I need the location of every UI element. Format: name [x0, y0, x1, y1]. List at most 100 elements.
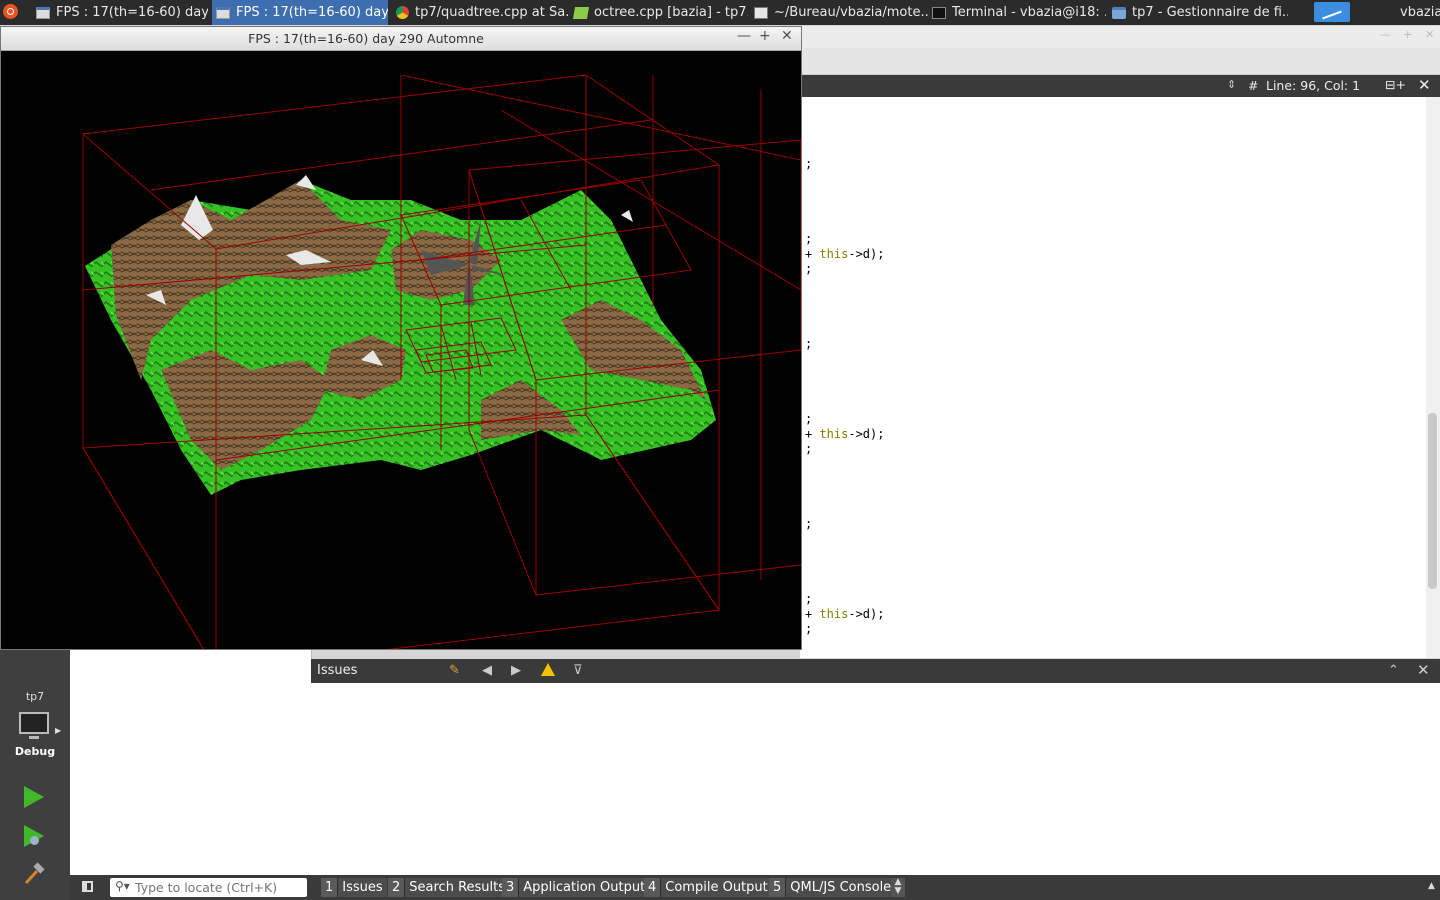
task-chrome-quadtree[interactable]: tp7/quadtree.cpp at Sa...	[392, 0, 568, 25]
warning-filter-icon[interactable]	[541, 663, 555, 676]
code-line: ;	[805, 622, 813, 636]
code-line: ;	[805, 157, 813, 171]
fps-window-title: FPS : 17(th=16-60) day 290 Automne	[248, 31, 484, 46]
qtcreator-titlebar: — + ✕	[800, 26, 1440, 48]
editor-scrollbar[interactable]	[1426, 97, 1440, 658]
maximize-pane-icon[interactable]: ⌃	[1388, 663, 1399, 678]
expand-up-icon[interactable]: ▲	[1428, 881, 1435, 891]
chrome-icon	[396, 6, 409, 19]
code-line: ;	[805, 262, 813, 276]
locator-input[interactable]	[135, 878, 303, 897]
code-line: ;	[805, 517, 813, 531]
output-tab-number: 1	[321, 878, 338, 897]
clean-icon[interactable]: ✎	[449, 663, 460, 678]
folder-icon	[1112, 6, 1126, 19]
output-tab-label: Search Results	[404, 878, 510, 897]
editor-tab-strip	[800, 48, 1440, 75]
task-label: FPS : 17(th=16-60) day ...	[56, 5, 208, 20]
locator[interactable]: ⚲▾	[110, 878, 307, 897]
output-tab-compile-output[interactable]: 4 Compile Output	[644, 878, 772, 897]
snow-peak	[621, 210, 633, 222]
mode-bar: tp7 ▶ Debug	[0, 650, 70, 900]
network-monitor-icon[interactable]	[1314, 2, 1350, 22]
output-tab-issues[interactable]: 1 Issues	[321, 878, 387, 897]
issues-list[interactable]	[311, 683, 1440, 875]
output-tab-label: Application Output	[518, 878, 650, 897]
scrollbar-thumb[interactable]	[1428, 413, 1437, 589]
task-label: Terminal - vbazia@i18: ...	[952, 5, 1106, 20]
code-line: + this->d);	[805, 247, 885, 261]
ubuntu-logo-icon[interactable]	[3, 4, 18, 19]
status-bar: ⚲▾ 1 Issues 2 Search Results 3 Applicati…	[70, 875, 1440, 900]
terminal-icon	[932, 6, 946, 19]
minimize-icon[interactable]: —	[737, 28, 751, 44]
close-icon[interactable]: ✕	[781, 28, 793, 44]
text-editor-icon	[754, 6, 768, 19]
cursor-position[interactable]: Line: 96, Col: 1	[1266, 78, 1360, 93]
debug-run-icon[interactable]	[24, 825, 44, 847]
code-line: + this->d);	[805, 607, 885, 621]
minimize-icon[interactable]: —	[1380, 28, 1391, 41]
output-tab-number: 4	[644, 878, 661, 897]
split-editor-icon[interactable]: ⊟+	[1385, 77, 1406, 92]
output-tab-label: Compile Output	[660, 878, 772, 897]
hammer-build-icon[interactable]	[22, 862, 46, 886]
fps-opengl-window[interactable]: FPS : 17(th=16-60) day 290 Automne — + ✕	[0, 26, 802, 650]
close-editor-icon[interactable]: ✕	[1418, 76, 1431, 94]
code-line: ;	[805, 337, 813, 351]
previous-item-icon[interactable]: ◀	[482, 663, 492, 678]
output-tab-number: 2	[388, 878, 405, 897]
task-label: FPS : 17(th=16-60) day ...	[236, 5, 388, 20]
output-pane-menu-icon[interactable]: ▲ ▼	[891, 878, 905, 897]
kit-selector-arrow-icon[interactable]: ▶	[55, 726, 61, 735]
code-line: ;	[805, 592, 813, 606]
task-label: octree.cpp [bazia] - tp7...	[594, 5, 748, 20]
kit-project-name[interactable]: tp7	[0, 690, 70, 703]
qtcreator-icon	[572, 6, 590, 19]
task-terminal[interactable]: Terminal - vbazia@i18: ...	[928, 0, 1106, 25]
task-label: ~/Bureau/vbazia/mote...	[774, 5, 928, 20]
taskbar: FPS : 17(th=16-60) day ... FPS : 17(th=1…	[0, 0, 1440, 25]
task-fps-window-1[interactable]: FPS : 17(th=16-60) day ...	[32, 0, 208, 25]
terrain-3d-viewport[interactable]	[1, 50, 801, 649]
code-line: ;	[805, 412, 813, 426]
task-label: tp7/quadtree.cpp at Sa...	[415, 5, 568, 20]
window-icon	[216, 6, 230, 19]
code-line: ;	[805, 232, 813, 246]
close-icon[interactable]: ✕	[1425, 28, 1434, 41]
task-file-manager[interactable]: tp7 - Gestionnaire de fi...	[1108, 0, 1288, 25]
code-line: + this->d);	[805, 427, 885, 441]
code-line: ;	[805, 442, 813, 456]
filter-icon[interactable]: ⊽	[573, 663, 583, 678]
output-tab-number: 3	[502, 878, 519, 897]
maximize-icon[interactable]: +	[759, 28, 771, 44]
toggle-sidebar-icon[interactable]	[82, 881, 93, 892]
output-tab-number: 5	[769, 878, 786, 897]
output-tab-application-output[interactable]: 3 Application Output	[502, 878, 650, 897]
monitor-icon[interactable]	[19, 712, 49, 739]
maximize-icon[interactable]: +	[1403, 28, 1412, 41]
user-name[interactable]: vbazia	[1400, 0, 1440, 25]
close-pane-icon[interactable]: ✕	[1417, 661, 1430, 679]
task-fps-window-2[interactable]: FPS : 17(th=16-60) day ...	[212, 0, 388, 25]
output-tab-search-results[interactable]: 2 Search Results	[388, 878, 510, 897]
next-item-icon[interactable]: ▶	[511, 663, 521, 678]
run-icon[interactable]	[24, 786, 44, 808]
task-label: tp7 - Gestionnaire de fi...	[1132, 5, 1288, 20]
output-tab-label: Issues	[337, 878, 387, 897]
task-text-editor[interactable]: ~/Bureau/vbazia/mote...	[750, 0, 928, 25]
window-icon	[36, 6, 50, 19]
issues-title: Issues	[317, 663, 358, 678]
task-qtcreator-octree[interactable]: octree.cpp [bazia] - tp7...	[570, 0, 748, 25]
search-icon: ⚲▾	[115, 879, 130, 893]
code-editor[interactable]: ;; + this->d);;;; + this->d);;;; + this->d)…	[800, 97, 1426, 658]
symbol-selector-arrows-icon[interactable]: ⇕	[1227, 78, 1236, 91]
output-tab-label: QML/JS Console	[785, 878, 896, 897]
output-tab-qml-console[interactable]: 5 QML/JS Console	[769, 878, 896, 897]
editor-toolbar: ⇕ # Line: 96, Col: 1 ⊟+ ✕	[800, 75, 1440, 97]
sidebar-panel	[70, 650, 312, 875]
build-configuration[interactable]: Debug	[0, 745, 70, 758]
issues-pane-header: Issues ✎ ◀ ▶ ⊽ ⌃ ✕	[311, 659, 1440, 683]
hash-label: #	[1248, 78, 1259, 93]
fps-window-titlebar[interactable]: FPS : 17(th=16-60) day 290 Automne — + ✕	[1, 27, 801, 51]
